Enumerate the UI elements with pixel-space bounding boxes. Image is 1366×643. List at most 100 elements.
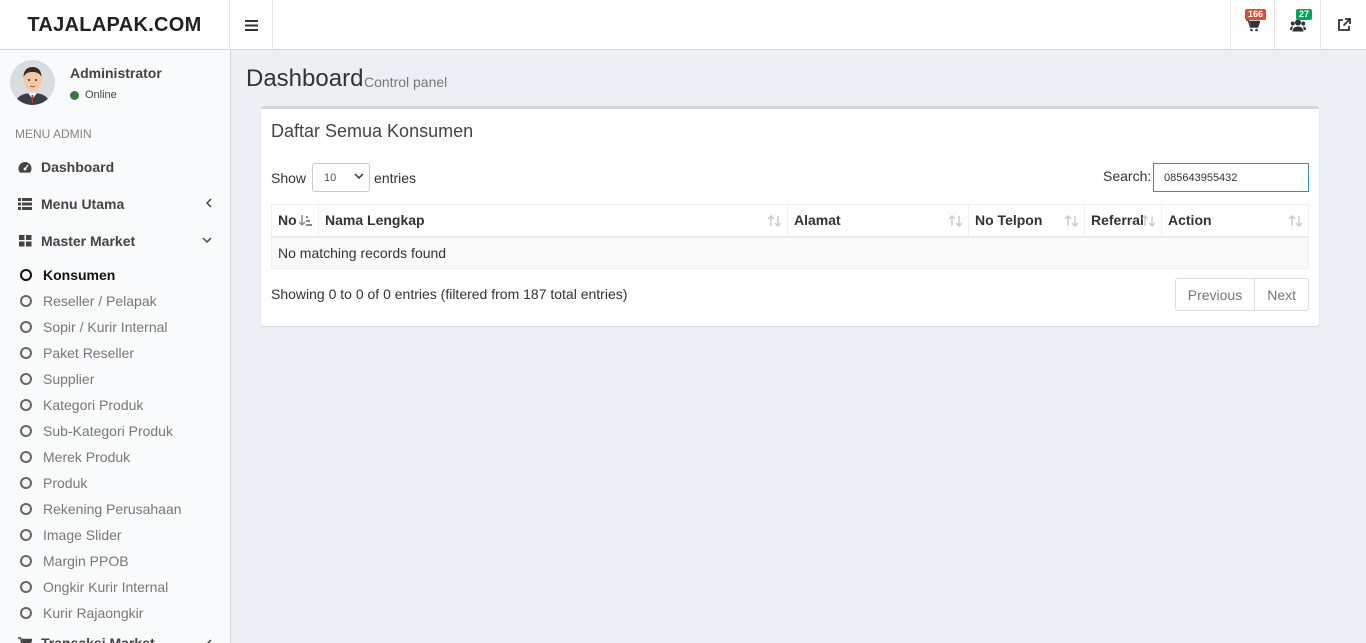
column-header-action[interactable]: Action: [1161, 204, 1309, 238]
sidebar-subitem-reseller[interactable]: Reseller / Pelapak: [0, 288, 230, 314]
page-length-control: Show 10 entries: [271, 163, 416, 192]
grid-icon: [18, 234, 32, 248]
page-subtitle: Control panel: [364, 74, 448, 90]
sidebar-toggle-button[interactable]: [230, 0, 273, 50]
chevron-left-icon: [206, 639, 212, 643]
circle-icon: [20, 269, 32, 281]
sidebar-subitem-label: Konsumen: [43, 267, 116, 283]
logo[interactable]: TAJALAPAK.COM: [0, 0, 230, 50]
sidebar-item-label: Dashboard: [41, 158, 115, 175]
sort-icon: [1065, 215, 1078, 227]
user-status-label: Online: [85, 89, 117, 101]
empty-table-message: No matching records found: [271, 236, 1309, 269]
menu-header: MENU ADMIN: [15, 127, 92, 141]
sidebar-subitem-margin-ppob[interactable]: Margin PPOB: [0, 548, 230, 574]
sidebar-subitem-supplier[interactable]: Supplier: [0, 366, 230, 392]
circle-icon: [20, 399, 32, 411]
top-navbar: TAJALAPAK.COM 166 27: [0, 0, 1366, 50]
column-header-no-telpon[interactable]: No Telpon: [968, 204, 1085, 238]
page-title: Dashboard: [246, 65, 364, 92]
column-header-alamat[interactable]: Alamat: [787, 204, 969, 238]
sidebar-subitem-rekening-perusahaan[interactable]: Rekening Perusahaan: [0, 496, 230, 522]
sidebar-item-master-market[interactable]: Master Market: [0, 222, 230, 259]
sidebar-item-label: Master Market: [41, 232, 136, 249]
circle-icon: [20, 607, 32, 619]
cart-badge: 166: [1244, 9, 1266, 20]
chevron-down-icon: [354, 173, 364, 180]
online-status-icon: [70, 90, 79, 100]
external-link-button[interactable]: [1320, 0, 1366, 50]
column-label: Alamat: [794, 212, 841, 229]
sidebar-subitem-label: Image Slider: [43, 527, 122, 543]
hamburger-icon: [244, 19, 258, 31]
sidebar-subitem-paket-reseller[interactable]: Paket Reseller: [0, 340, 230, 366]
user-status: Online: [70, 89, 117, 101]
circle-icon: [20, 347, 32, 359]
column-header-referral[interactable]: Referral: [1084, 204, 1162, 238]
sidebar-subitem-image-slider[interactable]: Image Slider: [0, 522, 230, 548]
circle-icon: [20, 477, 32, 489]
box-title: Daftar Semua Konsumen: [271, 121, 474, 141]
entries-label: entries: [374, 169, 417, 186]
column-label: Referral: [1091, 212, 1144, 229]
sidebar-subitem-merek-produk[interactable]: Merek Produk: [0, 444, 230, 470]
sidebar-item-menu-utama[interactable]: Menu Utama: [0, 185, 230, 222]
column-header-no[interactable]: No: [271, 204, 319, 238]
sort-ascending-icon: [299, 215, 312, 227]
user-name: Administrator: [70, 65, 162, 81]
sidebar-subitem-kurir-rajaongkir[interactable]: Kurir Rajaongkir: [0, 600, 230, 626]
user-panel: Administrator Online: [0, 50, 230, 118]
sidebar-subitem-label: Ongkir Kurir Internal: [43, 579, 169, 595]
sidebar-subitem-label: Rekening Perusahaan: [43, 501, 182, 517]
sidebar-subitem-label: Margin PPOB: [43, 553, 129, 569]
external-link-icon: [1337, 18, 1351, 31]
konsumen-table: No Nama Lengkap Alamat No Telpon Referra…: [271, 204, 1309, 269]
sort-icon: [949, 215, 962, 227]
sidebar-item-dashboard[interactable]: Dashboard: [0, 148, 230, 185]
sidebar-subitem-kategori-produk[interactable]: Kategori Produk: [0, 392, 230, 418]
sidebar-subitem-label: Sub-Kategori Produk: [43, 423, 173, 439]
sidebar-subitem-ongkir-kurir-internal[interactable]: Ongkir Kurir Internal: [0, 574, 230, 600]
show-label: Show: [271, 169, 307, 186]
sidebar-subitem-produk[interactable]: Produk: [0, 470, 230, 496]
sidebar-subitem-konsumen[interactable]: Konsumen: [0, 262, 230, 288]
table-row: No matching records found: [271, 236, 1309, 269]
sidebar-subitem-sub-kategori-produk[interactable]: Sub-Kategori Produk: [0, 418, 230, 444]
shopping-cart-icon: [18, 636, 32, 643]
users-notification-button[interactable]: 27: [1274, 0, 1320, 50]
column-label: No: [278, 212, 297, 229]
search-label: Search:: [1103, 168, 1152, 184]
users-badge: 27: [1295, 9, 1312, 20]
sidebar-subitem-label: Kategori Produk: [43, 397, 144, 413]
next-button[interactable]: Next: [1255, 278, 1309, 311]
cart-notification-button[interactable]: 166: [1230, 0, 1274, 50]
avatar: [10, 60, 55, 105]
table-info: Showing 0 to 0 of 0 entries (filtered fr…: [271, 286, 628, 302]
circle-icon: [20, 581, 32, 593]
search-input[interactable]: 085643955432: [1153, 163, 1309, 192]
circle-icon: [20, 321, 32, 333]
sidebar-item-label: Transaksi Market: [41, 635, 155, 643]
users-icon: [1289, 19, 1306, 31]
sidebar-subitem-sopir[interactable]: Sopir / Kurir Internal: [0, 314, 230, 340]
page-length-select[interactable]: 10: [312, 163, 371, 192]
circle-icon: [20, 373, 32, 385]
sort-icon: [1142, 215, 1155, 227]
sidebar-subitem-label: Merek Produk: [43, 449, 131, 465]
pagination: Previous Next: [1174, 278, 1309, 311]
sidebar-item-transaksi-market[interactable]: Transaksi Market: [0, 626, 230, 643]
sidebar-subitem-label: Kurir Rajaongkir: [43, 605, 144, 621]
sidebar-subitem-label: Sopir / Kurir Internal: [43, 319, 168, 335]
circle-icon: [20, 555, 32, 567]
column-label: Action: [1168, 212, 1212, 229]
list-icon: [18, 197, 32, 211]
chevron-left-icon: [206, 198, 212, 208]
sort-icon: [768, 215, 781, 227]
sidebar-subitem-label: Produk: [43, 475, 88, 491]
circle-icon: [20, 451, 32, 463]
page-length-value: 10: [324, 171, 337, 184]
previous-button[interactable]: Previous: [1174, 278, 1256, 311]
sidebar-subitem-label: Paket Reseller: [43, 345, 135, 361]
column-header-nama-lengkap[interactable]: Nama Lengkap: [318, 204, 788, 238]
cart-icon: [1245, 18, 1260, 31]
